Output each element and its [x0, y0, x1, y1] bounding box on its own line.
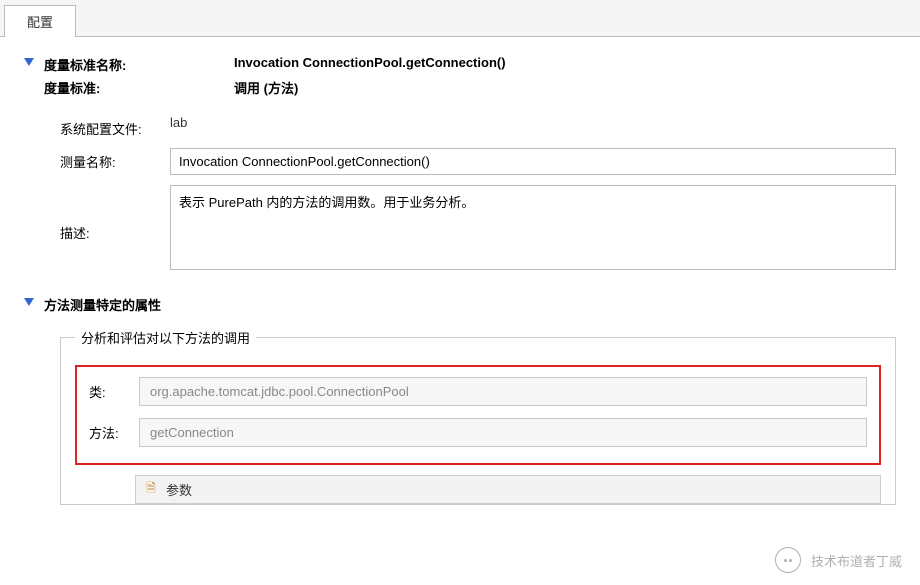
- method-label: 方法:: [89, 423, 139, 442]
- row-class: 类:: [89, 377, 867, 406]
- wechat-icon: [775, 547, 801, 573]
- section-metric-standard: 度量标准名称: Invocation ConnectionPool.getCon…: [24, 55, 896, 273]
- class-input[interactable]: [139, 377, 867, 406]
- metric-value: 调用 (方法): [234, 78, 506, 97]
- content-area: 度量标准名称: Invocation ConnectionPool.getCon…: [0, 37, 920, 505]
- section-title: 方法测量特定的属性: [44, 295, 161, 314]
- system-profile-value: lab: [170, 115, 896, 130]
- tab-bar: 配置: [0, 0, 920, 37]
- fieldset-legend: 分析和评估对以下方法的调用: [75, 328, 256, 347]
- measure-name-input[interactable]: [170, 148, 896, 175]
- metric-name-label: 度量标准名称:: [44, 55, 234, 74]
- form-block: 系统配置文件: lab 测量名称: 描述:: [60, 115, 896, 273]
- row-measure-name: 测量名称:: [60, 148, 896, 175]
- description-label: 描述:: [60, 185, 170, 242]
- row-method: 方法:: [89, 418, 867, 447]
- section-header-method[interactable]: 方法测量特定的属性: [24, 295, 896, 314]
- metric-label: 度量标准:: [44, 78, 234, 97]
- measure-name-label: 测量名称:: [60, 148, 170, 171]
- system-profile-label: 系统配置文件:: [60, 115, 170, 138]
- tab-config[interactable]: 配置: [4, 5, 76, 37]
- section-method-props: 方法测量特定的属性 分析和评估对以下方法的调用 类: 方法: 🗎 参数: [24, 295, 896, 505]
- header-grid: 度量标准名称: Invocation ConnectionPool.getCon…: [44, 55, 506, 97]
- metric-name-value: Invocation ConnectionPool.getConnection(…: [234, 55, 506, 74]
- row-system-profile: 系统配置文件: lab: [60, 115, 896, 138]
- highlight-box: 类: 方法:: [75, 365, 881, 465]
- description-textarea[interactable]: [170, 185, 896, 270]
- section-header-metric[interactable]: 度量标准名称: Invocation ConnectionPool.getCon…: [24, 55, 896, 97]
- watermark-text: 技术布道者丁威: [811, 551, 902, 570]
- class-label: 类:: [89, 382, 139, 401]
- method-input[interactable]: [139, 418, 867, 447]
- watermark: 技术布道者丁威: [775, 547, 902, 573]
- row-description: 描述:: [60, 185, 896, 273]
- caret-down-icon: [24, 58, 34, 66]
- params-table-header: 🗎 参数: [135, 475, 881, 504]
- params-column-label: 参数: [166, 480, 192, 499]
- caret-down-icon: [24, 298, 34, 306]
- document-icon: 🗎: [144, 483, 158, 497]
- fieldset-method-call: 分析和评估对以下方法的调用 类: 方法: 🗎 参数: [60, 328, 896, 505]
